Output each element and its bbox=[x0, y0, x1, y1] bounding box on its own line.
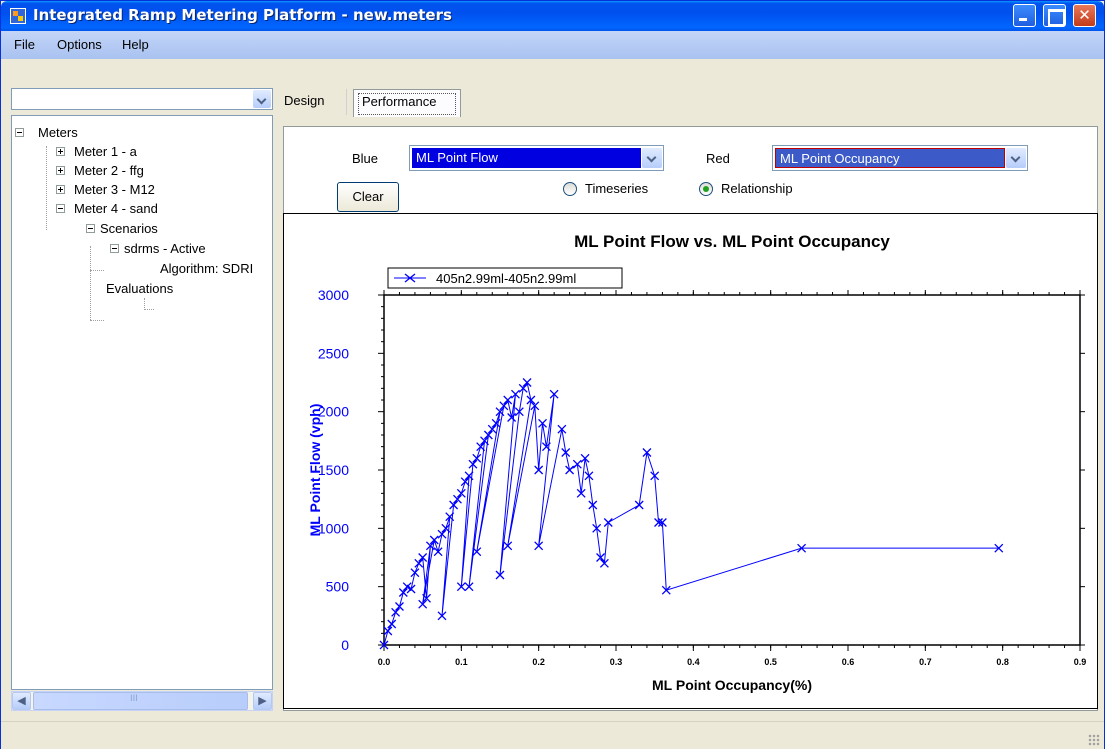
chart-title: ML Point Flow vs. ML Point Occupancy bbox=[574, 232, 890, 251]
y-tick-label: 3000 bbox=[318, 287, 349, 303]
scatter-chart: ML Point Flow vs. ML Point Occupancy 0 500… bbox=[307, 232, 1087, 693]
menu-help[interactable]: Help bbox=[122, 37, 149, 52]
tree-item-evaluations[interactable]: Evaluations bbox=[106, 281, 173, 297]
x-tick-label: 0.2 bbox=[532, 657, 545, 667]
blue-label: Blue bbox=[352, 151, 379, 166]
tab-performance-label: Performance bbox=[362, 94, 437, 109]
blue-series-value: ML Point Flow bbox=[412, 148, 641, 168]
tree-item-meter-2[interactable]: Meter 2 - ffg bbox=[74, 163, 144, 179]
tree-item-scenario[interactable]: sdrms - Active bbox=[124, 241, 206, 257]
tree-item-scenarios[interactable]: Scenarios bbox=[100, 221, 158, 237]
data-point-marker bbox=[387, 619, 397, 629]
collapse-icon[interactable] bbox=[86, 224, 95, 233]
x-tick-label: 0.3 bbox=[610, 657, 623, 667]
x-tick-label: 0.4 bbox=[687, 657, 700, 667]
tree-item-meter-4[interactable]: Meter 4 - sand bbox=[74, 201, 158, 217]
x-tick-label: 0.9 bbox=[1074, 657, 1087, 667]
tab-performance[interactable]: Performance bbox=[353, 89, 461, 117]
menu-bar: File Options Help bbox=[1, 31, 1104, 59]
scroll-right-button[interactable]: ▶ bbox=[253, 692, 272, 710]
x-axis-label: ML Point Occupancy(%) bbox=[652, 677, 812, 693]
window-title: Integrated Ramp Metering Platform - new.… bbox=[33, 6, 452, 24]
x-tick-label: 0.6 bbox=[842, 657, 855, 667]
tree-connector bbox=[90, 270, 91, 320]
data-point-marker bbox=[406, 584, 416, 594]
chevron-down-icon[interactable] bbox=[253, 90, 271, 108]
collapse-icon[interactable] bbox=[56, 204, 65, 213]
chart-panel: ML Point Flow vs. ML Point Occupancy 0 500… bbox=[283, 213, 1098, 709]
tree-horizontal-scrollbar[interactable]: ◀ III ▶ bbox=[11, 691, 273, 711]
chevron-down-icon[interactable] bbox=[1006, 148, 1026, 168]
tree-connector bbox=[90, 246, 91, 270]
app-window: Integrated Ramp Metering Platform - new.… bbox=[0, 0, 1105, 749]
collapse-icon[interactable] bbox=[15, 128, 24, 137]
x-tick-label: 0.8 bbox=[996, 657, 1009, 667]
data-point-marker bbox=[383, 626, 393, 636]
timeseries-label: Timeseries bbox=[585, 181, 649, 196]
minimize-button[interactable] bbox=[1013, 4, 1036, 27]
y-tick-label: 0 bbox=[341, 637, 349, 653]
x-tick-label: 0.0 bbox=[378, 657, 391, 667]
blue-series-select[interactable]: ML Point Flow bbox=[409, 145, 664, 171]
expand-icon[interactable] bbox=[56, 185, 65, 194]
scroll-thumb[interactable]: III bbox=[33, 692, 248, 710]
tree-item-meter-1[interactable]: Meter 1 - a bbox=[74, 144, 137, 160]
status-bar bbox=[1, 721, 1104, 749]
clear-button[interactable]: Clear bbox=[337, 182, 399, 212]
scroll-left-button[interactable]: ◀ bbox=[12, 692, 31, 710]
red-series-value: ML Point Occupancy bbox=[775, 148, 1005, 168]
resize-grip-icon[interactable] bbox=[1088, 734, 1100, 746]
menu-file[interactable]: File bbox=[14, 37, 35, 52]
tab-design[interactable]: Design bbox=[284, 93, 324, 108]
x-tick-label: 0.7 bbox=[919, 657, 932, 667]
data-point-marker bbox=[410, 568, 420, 578]
expand-icon[interactable] bbox=[56, 147, 65, 156]
meters-tree: Meters Meter 1 - a Meter 2 - ffg Meter 3… bbox=[11, 115, 273, 690]
scroll-grip: III bbox=[130, 694, 138, 704]
expand-icon[interactable] bbox=[56, 166, 65, 175]
x-tick-label: 0.5 bbox=[764, 657, 777, 667]
tree-item-meter-3[interactable]: Meter 3 - M12 bbox=[74, 182, 155, 198]
x-tick-label: 0.1 bbox=[455, 657, 468, 667]
timeseries-radio[interactable] bbox=[563, 182, 577, 196]
data-point-marker bbox=[565, 465, 575, 475]
relationship-radio[interactable] bbox=[699, 182, 713, 196]
menu-options[interactable]: Options bbox=[57, 37, 102, 52]
series-line bbox=[383, 381, 999, 646]
plot-frame bbox=[383, 294, 1081, 646]
tree-connector bbox=[144, 309, 154, 310]
tree-connector bbox=[90, 320, 104, 321]
red-label: Red bbox=[706, 151, 730, 166]
app-icon bbox=[10, 8, 26, 24]
maximize-button[interactable] bbox=[1043, 4, 1066, 27]
y-axis-label: ML Point Flow (vph) bbox=[307, 404, 323, 537]
meter-selector[interactable] bbox=[11, 88, 273, 110]
data-point-marker bbox=[433, 547, 443, 557]
tree-connector bbox=[90, 270, 104, 271]
y-tick-label: 500 bbox=[326, 579, 350, 595]
close-button[interactable]: ✕ bbox=[1073, 4, 1096, 27]
red-series-select[interactable]: ML Point Occupancy bbox=[772, 145, 1028, 171]
tree-item-meters[interactable]: Meters bbox=[38, 125, 78, 141]
collapse-icon[interactable] bbox=[110, 244, 119, 253]
tree-item-algorithm[interactable]: Algorithm: SDRI bbox=[160, 261, 253, 277]
chevron-down-icon[interactable] bbox=[642, 148, 662, 168]
tab-divider bbox=[346, 89, 347, 115]
y-tick-label: 2500 bbox=[318, 345, 349, 361]
title-bar[interactable]: Integrated Ramp Metering Platform - new.… bbox=[1, 1, 1104, 31]
legend-label: 405n2.99ml-405n2.99ml bbox=[436, 271, 576, 286]
tree-connector bbox=[46, 146, 47, 230]
relationship-label: Relationship bbox=[721, 181, 793, 196]
